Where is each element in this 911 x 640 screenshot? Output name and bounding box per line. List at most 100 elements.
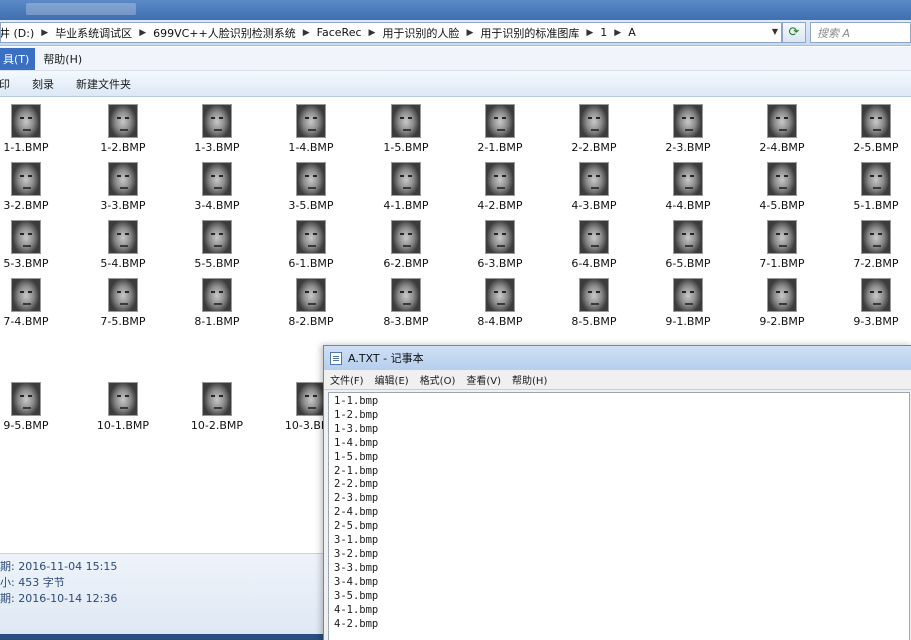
file-item[interactable]: 6-3.BMP: [460, 220, 540, 270]
breadcrumb-separator-icon[interactable]: ▶: [303, 28, 310, 38]
breadcrumb-item[interactable]: 用于识别的标准图库 ▶: [480, 25, 600, 41]
chevron-down-icon[interactable]: ▼: [772, 27, 778, 36]
file-item[interactable]: 1-5.BMP: [366, 104, 446, 154]
notepad-line: 2-1.bmp: [334, 464, 379, 477]
file-name: 5-5.BMP: [194, 257, 240, 270]
file-item[interactable]: 3-3.BMP: [83, 162, 163, 212]
detail-size: 小: 453 字节: [0, 576, 65, 589]
notepad-menu-format[interactable]: 格式(O): [420, 372, 456, 387]
file-name: 8-2.BMP: [288, 315, 334, 328]
file-item[interactable]: 1-2.BMP: [83, 104, 163, 154]
face-thumbnail: [767, 278, 797, 312]
notepad-title-bar[interactable]: A.TXT - 记事本: [324, 346, 911, 370]
file-item[interactable]: 8-3.BMP: [366, 278, 446, 328]
print-button[interactable]: 印: [0, 76, 10, 92]
file-item[interactable]: 7-5.BMP: [83, 278, 163, 328]
notepad-menu-help[interactable]: 帮助(H): [512, 372, 547, 387]
search-input[interactable]: 搜索 A: [810, 22, 911, 43]
file-name: 8-3.BMP: [383, 315, 429, 328]
face-thumbnail: [202, 382, 232, 416]
breadcrumb-separator-icon[interactable]: ▶: [586, 28, 593, 38]
file-item[interactable]: 8-5.BMP: [554, 278, 634, 328]
address-bar[interactable]: 井 (D:) ▶ 毕业系统调试区 ▶ 699VC++人脸识别检测系统 ▶ Fac…: [0, 22, 782, 43]
breadcrumb-drive[interactable]: 井 (D:) ▶: [0, 25, 55, 41]
notepad-text-area[interactable]: 1-1.bmp 1-2.bmp 1-3.bmp 1-4.bmp 1-5.bmp 2-1.b…: [328, 392, 910, 640]
file-item[interactable]: 2-5.BMP: [836, 104, 911, 154]
file-item[interactable]: 4-2.BMP: [460, 162, 540, 212]
file-item[interactable]: 9-3.BMP: [836, 278, 911, 328]
file-item[interactable]: 6-4.BMP: [554, 220, 634, 270]
breadcrumb-item[interactable]: 699VC++人脸识别检测系统 ▶: [153, 25, 317, 41]
file-item[interactable]: 7-1.BMP: [742, 220, 822, 270]
new-folder-button[interactable]: 新建文件夹: [76, 76, 131, 92]
file-item[interactable]: 1-3.BMP: [177, 104, 257, 154]
face-thumbnail: [11, 382, 41, 416]
breadcrumb-item[interactable]: 用于识别的人脸 ▶: [382, 25, 480, 41]
face-thumbnail-detail: [403, 245, 411, 247]
file-item[interactable]: 4-1.BMP: [366, 162, 446, 212]
refresh-icon[interactable]: ⟳: [782, 22, 806, 43]
file-name: 7-2.BMP: [853, 257, 899, 270]
face-thumbnail: [673, 220, 703, 254]
file-item[interactable]: 9-2.BMP: [742, 278, 822, 328]
notepad-line: 1-4.bmp: [334, 436, 379, 449]
breadcrumb-item[interactable]: 1 ▶: [600, 26, 628, 39]
file-item[interactable]: 6-5.BMP: [648, 220, 728, 270]
face-thumbnail-detail: [120, 407, 128, 409]
breadcrumb-separator-icon[interactable]: ▶: [466, 28, 473, 38]
file-item[interactable]: 3-4.BMP: [177, 162, 257, 212]
file-item[interactable]: 7-4.BMP: [0, 278, 66, 328]
file-item[interactable]: 5-1.BMP: [836, 162, 911, 212]
menu-help[interactable]: 帮助(H): [37, 48, 88, 70]
file-item[interactable]: 2-1.BMP: [460, 104, 540, 154]
file-item[interactable]: 9-5.BMP: [0, 382, 66, 432]
breadcrumb-item[interactable]: FaceRec ▶: [317, 26, 383, 39]
menu-tools[interactable]: 具(T): [0, 47, 36, 70]
file-item[interactable]: 3-2.BMP: [0, 162, 66, 212]
file-item[interactable]: 5-5.BMP: [177, 220, 257, 270]
notepad-menu-edit[interactable]: 编辑(E): [375, 372, 409, 387]
breadcrumb-separator-icon[interactable]: ▶: [369, 28, 376, 38]
file-item[interactable]: 3-5.BMP: [271, 162, 351, 212]
face-thumbnail-detail: [873, 245, 881, 247]
breadcrumb-label: 井 (D:): [0, 26, 35, 40]
file-item[interactable]: 7-2.BMP: [836, 220, 911, 270]
file-item[interactable]: 8-1.BMP: [177, 278, 257, 328]
notepad-menu-file[interactable]: 文件(F): [330, 372, 364, 387]
file-item[interactable]: 1-1.BMP: [0, 104, 66, 154]
file-item[interactable]: 9-1.BMP: [648, 278, 728, 328]
file-item[interactable]: 2-2.BMP: [554, 104, 634, 154]
breadcrumb-label: 毕业系统调试区: [55, 26, 133, 40]
file-item[interactable]: 6-2.BMP: [366, 220, 446, 270]
file-name: 1-4.BMP: [288, 141, 334, 154]
breadcrumb-item[interactable]: 毕业系统调试区 ▶: [55, 25, 153, 41]
file-item[interactable]: 2-3.BMP: [648, 104, 728, 154]
file-item[interactable]: 4-3.BMP: [554, 162, 634, 212]
file-item[interactable]: 8-4.BMP: [460, 278, 540, 328]
file-item[interactable]: 4-4.BMP: [648, 162, 728, 212]
notepad-menu-view[interactable]: 查看(V): [466, 372, 501, 387]
file-name: 1-5.BMP: [383, 141, 429, 154]
face-thumbnail: [579, 278, 609, 312]
face-thumbnail-detail: [779, 129, 787, 131]
file-name: 3-3.BMP: [100, 199, 146, 212]
file-item[interactable]: 10-1.BMP: [83, 382, 163, 432]
file-item[interactable]: 5-4.BMP: [83, 220, 163, 270]
file-item[interactable]: 6-1.BMP: [271, 220, 351, 270]
breadcrumb-separator-icon[interactable]: ▶: [41, 28, 48, 38]
face-thumbnail-detail: [120, 129, 128, 131]
breadcrumb-separator-icon[interactable]: ▶: [614, 28, 621, 38]
file-item[interactable]: 2-4.BMP: [742, 104, 822, 154]
file-item[interactable]: 1-4.BMP: [271, 104, 351, 154]
file-item[interactable]: 10-2.BMP: [177, 382, 257, 432]
burn-button[interactable]: 刻录: [32, 76, 54, 92]
breadcrumb-separator-icon[interactable]: ▶: [139, 28, 146, 38]
face-thumbnail: [202, 278, 232, 312]
file-name: 8-4.BMP: [477, 315, 523, 328]
notepad-window[interactable]: A.TXT - 记事本 文件(F) 编辑(E) 格式(O) 查看(V) 帮助(H…: [323, 345, 911, 640]
breadcrumb-current[interactable]: A: [628, 26, 636, 39]
file-item[interactable]: 8-2.BMP: [271, 278, 351, 328]
face-thumbnail-detail: [779, 245, 787, 247]
file-item[interactable]: 5-3.BMP: [0, 220, 66, 270]
file-item[interactable]: 4-5.BMP: [742, 162, 822, 212]
